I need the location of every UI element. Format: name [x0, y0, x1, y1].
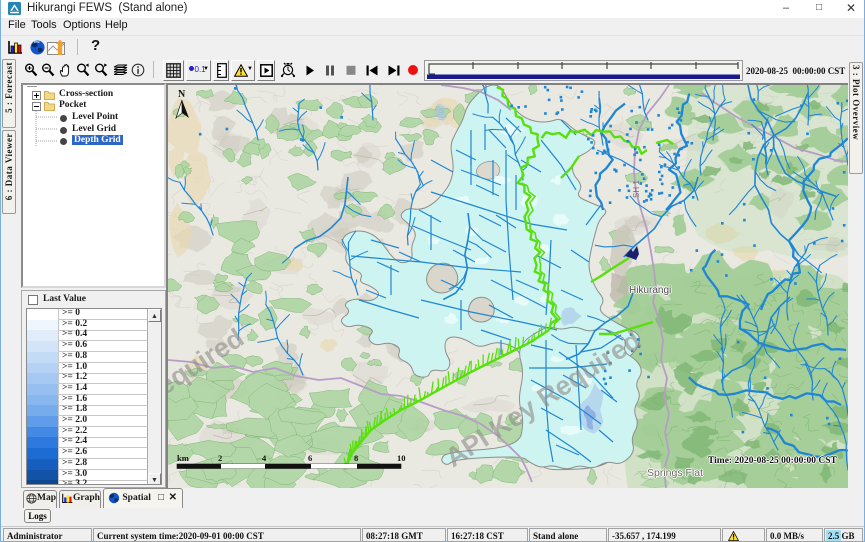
svg-text:km: km — [177, 453, 189, 463]
svg-text:2: 2 — [218, 453, 222, 463]
svg-text:SH 1: SH 1 — [632, 180, 641, 198]
svg-text:6: 6 — [308, 453, 312, 463]
svg-text:10: 10 — [397, 453, 406, 463]
svg-text:N: N — [178, 89, 186, 100]
svg-text:Hikurangi: Hikurangi — [629, 285, 671, 296]
svg-text:Springs Flat: Springs Flat — [647, 467, 703, 479]
svg-text:8: 8 — [354, 453, 358, 463]
svg-text:Time: 2020-08-25 00:00:00 CST: Time: 2020-08-25 00:00:00 CST — [708, 456, 838, 466]
